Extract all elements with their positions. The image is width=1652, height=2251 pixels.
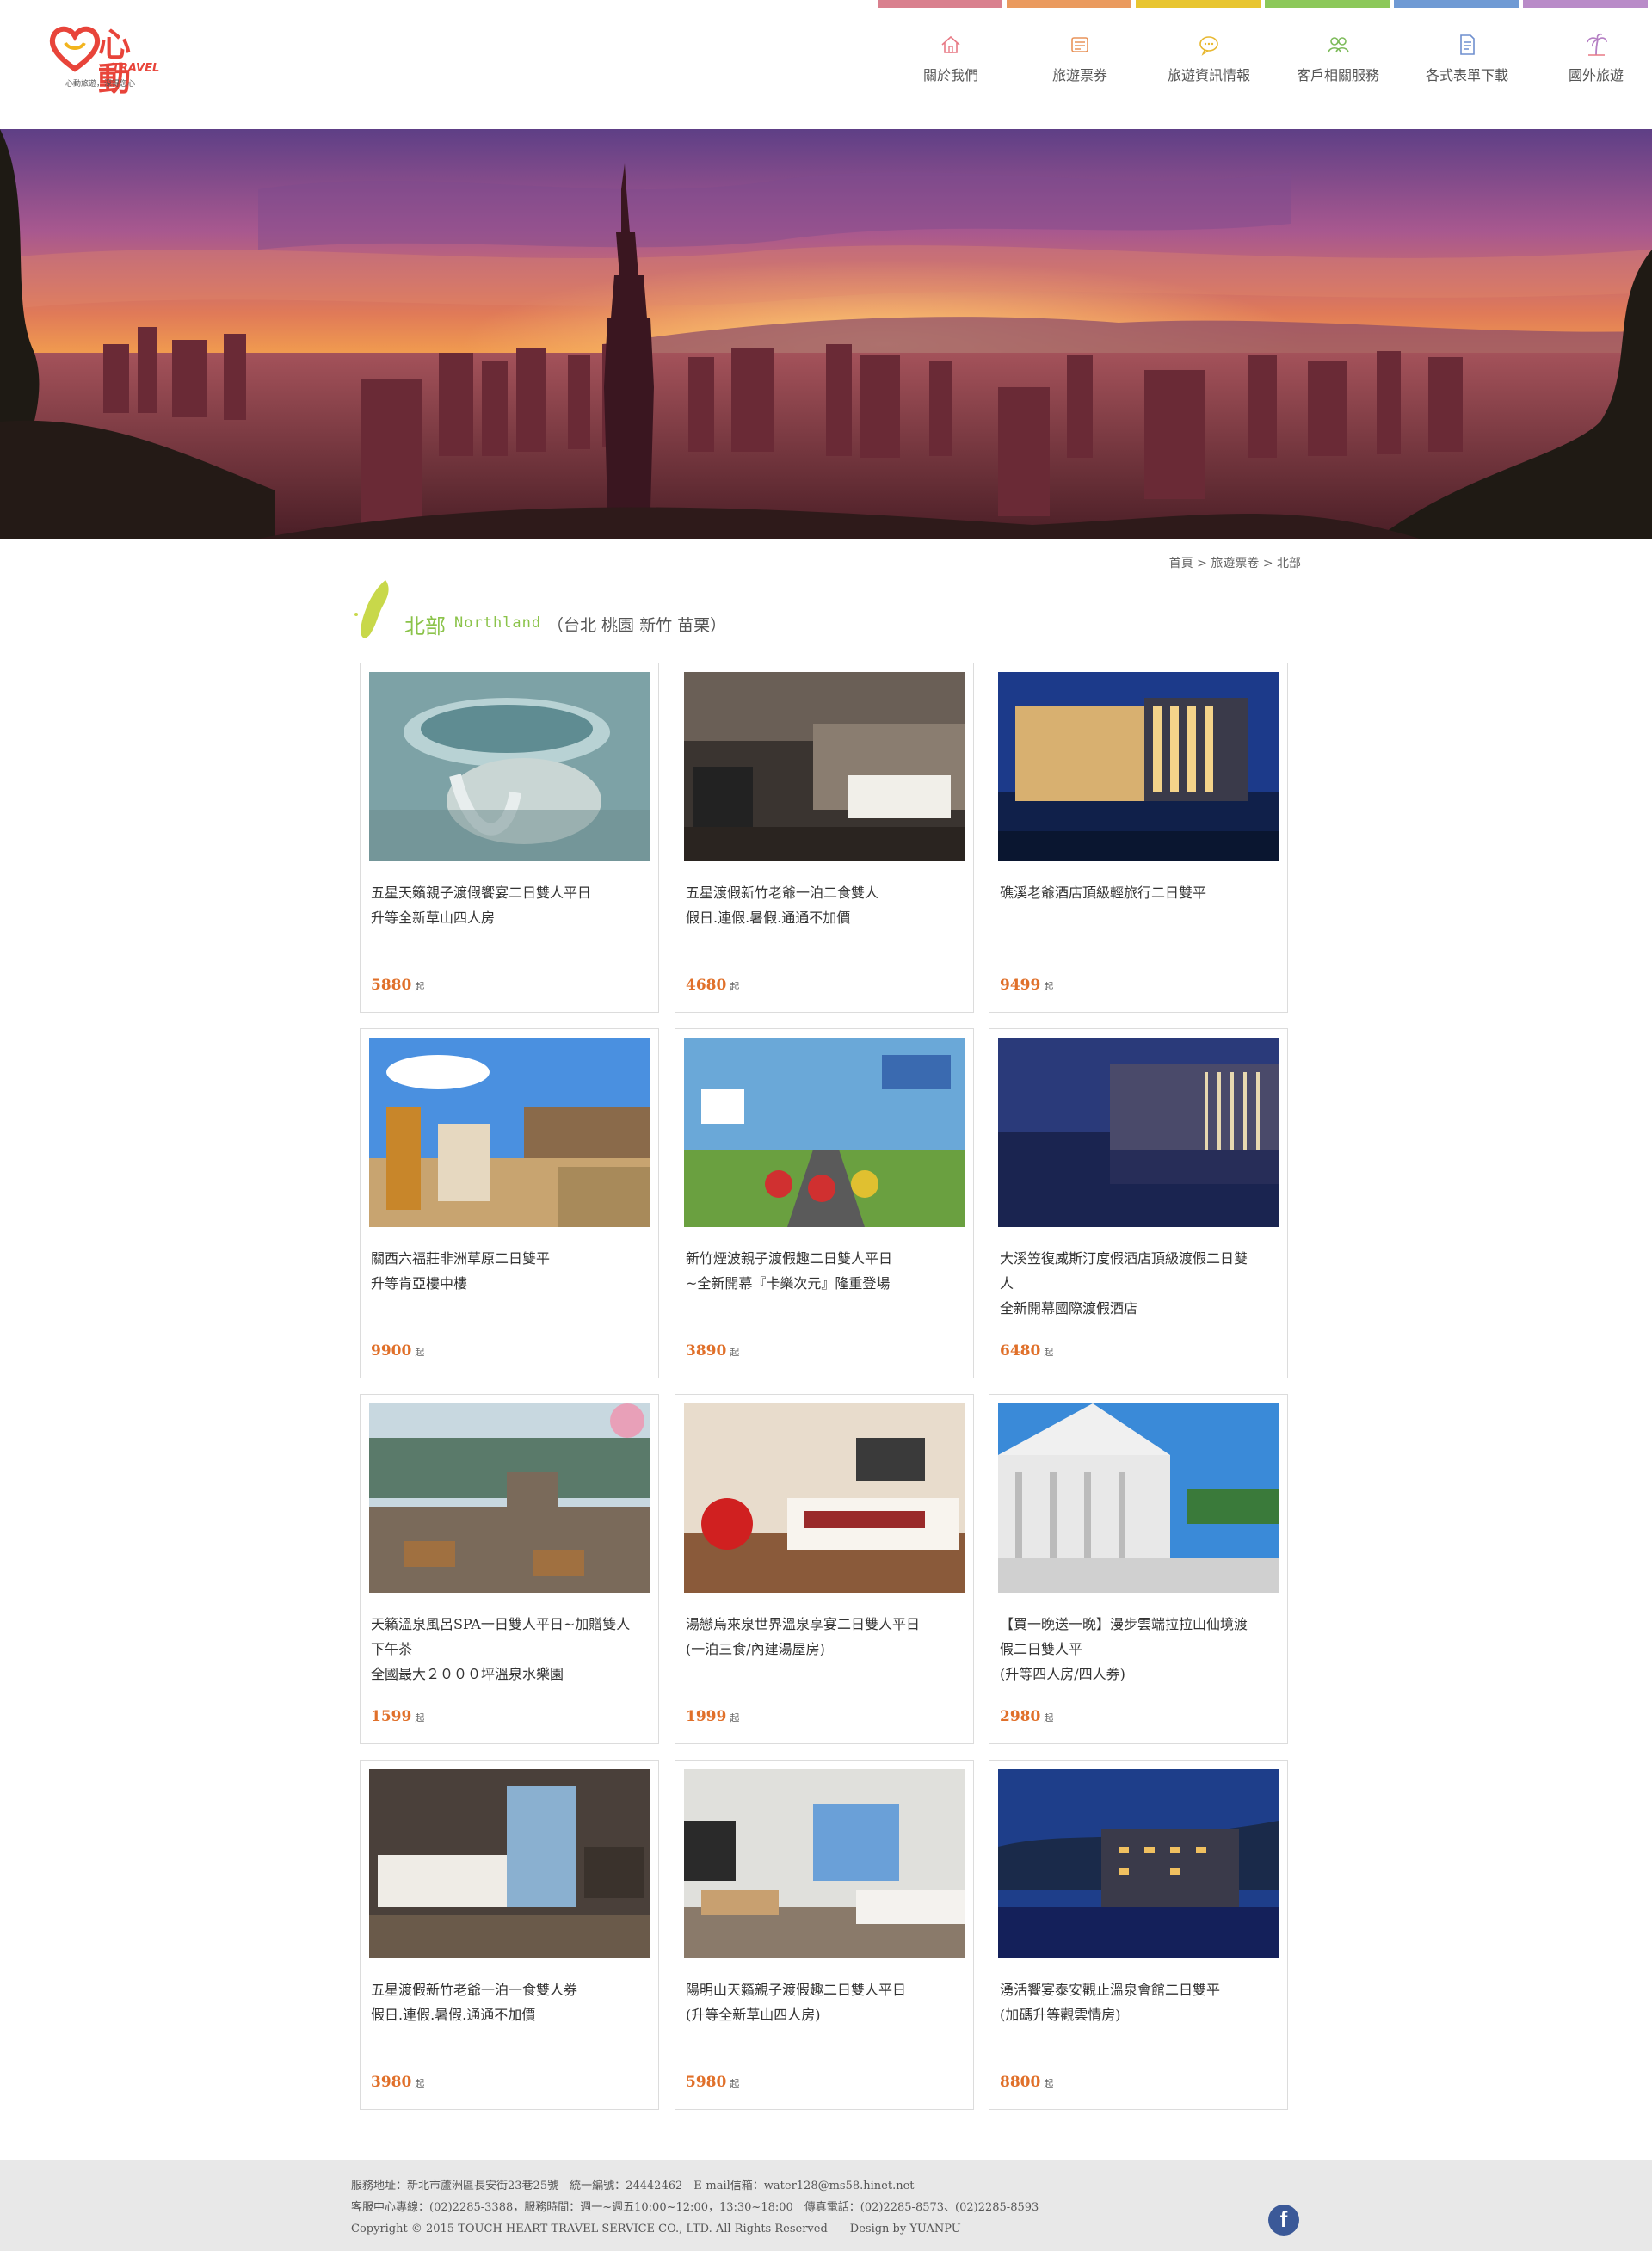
breadcrumb-sep: > — [1197, 557, 1207, 570]
product-image-dark-room — [369, 1769, 650, 1958]
hero-banner — [0, 129, 1652, 539]
taipei-skyline-image — [0, 129, 1652, 539]
nav-label: 關於我們 — [922, 67, 978, 83]
breadcrumb-sep: > — [1262, 557, 1273, 570]
product-card[interactable]: 五星天籟親子渡假饗宴二日雙人平日 升等全新草山四人房 5880 起 — [360, 663, 659, 1013]
product-price: 1999 起 — [686, 1708, 740, 1725]
heart-logo-icon — [49, 26, 101, 72]
product-image-hot-spring — [369, 1403, 650, 1593]
document-icon — [1460, 34, 1475, 55]
product-title: 五星天籟親子渡假饗宴二日雙人平日 升等全新草山四人房 — [371, 885, 592, 926]
breadcrumb-current: 北部 — [1277, 557, 1301, 570]
product-price: 1599 起 — [371, 1708, 425, 1725]
breadcrumb: 首頁 > 旅遊票卷 > 北部 — [1169, 554, 1301, 571]
product-title: 湧活饗宴泰安觀止溫泉會館二日雙平 (加碼升等觀雲情房) — [1000, 1982, 1221, 2023]
product-image-hotel-room — [684, 672, 965, 861]
product-card[interactable]: 湧活饗宴泰安觀止溫泉會館二日雙平 (加碼升等觀雲情房) 8800 起 — [989, 1760, 1288, 2110]
product-title: 五星渡假新竹老爺一泊一食雙人券 假日.連假.暑假.通通不加價 — [371, 1982, 578, 2023]
section-title-zh: 北部 — [404, 614, 446, 638]
product-image-fountain — [369, 672, 650, 861]
product-image-safari — [369, 1038, 650, 1227]
product-card[interactable]: 【買一晚送一晚】漫步雲端拉拉山仙境渡 假二日雙人平 (升等四人房/四人券) 2980… — [989, 1394, 1288, 1744]
product-price: 3980 起 — [371, 2074, 425, 2091]
product-card[interactable]: 五星渡假新竹老爺一泊一食雙人券 假日.連假.暑假.通通不加價 3980 起 — [360, 1760, 659, 2110]
nav-item-travel-info[interactable]: 旅遊資訊情報 — [1144, 33, 1273, 93]
product-card[interactable]: 關西六福莊非洲草原二日雙平 升等肯亞樓中樓 9900 起 — [360, 1028, 659, 1378]
product-image-westin — [998, 1038, 1279, 1227]
breadcrumb-tickets[interactable]: 旅遊票卷 — [1211, 557, 1259, 570]
product-price: 3890 起 — [686, 1342, 740, 1360]
nav-item-about[interactable]: 關於我們 — [886, 33, 1015, 93]
product-image-hotel-night — [998, 672, 1279, 861]
section-subtitle: （台北 桃園 新竹 苗栗） — [547, 616, 727, 635]
nav-label: 旅遊資訊情報 — [1167, 67, 1250, 83]
product-image-kids — [684, 1038, 965, 1227]
home-icon — [941, 35, 960, 53]
product-card[interactable]: 湯戀烏來泉世界溫泉享宴二日雙人平日 (一泊三食/內建湯屋房) 1999 起 — [675, 1394, 974, 1744]
product-image-bright-room — [684, 1769, 965, 1958]
product-title: 天籟溫泉風呂SPA一日雙人平日~加贈雙人 下午茶 全國最大２０００坪溫泉水樂園 — [371, 1616, 631, 1682]
main-nav: 關於我們 旅遊票券 旅遊資訊情報 客戶相關服務 各式表單下載 國外旅遊 — [886, 33, 1652, 93]
nav-item-tickets[interactable]: 旅遊票券 — [1015, 33, 1144, 93]
color-strip — [1394, 0, 1519, 8]
product-image-red-room — [684, 1403, 965, 1593]
nav-item-overseas[interactable]: 國外旅遊 — [1532, 33, 1652, 93]
color-strip — [1265, 0, 1390, 8]
color-strip — [1523, 0, 1648, 8]
nav-item-customer-service[interactable]: 客戶相關服務 — [1273, 33, 1402, 93]
nav-label: 各式表單下載 — [1425, 67, 1508, 83]
product-card[interactable]: 新竹煙波親子渡假趣二日雙人平日 ~全新開幕『卡樂次元』隆重登場 3890 起 — [675, 1028, 974, 1378]
product-title: 湯戀烏來泉世界溫泉享宴二日雙人平日 (一泊三食/內建湯屋房) — [686, 1616, 921, 1657]
product-price: 9900 起 — [371, 1342, 425, 1360]
product-card[interactable]: 大溪笠復威斯汀度假酒店頂級渡假二日雙人全新開幕國際渡假酒店 6480 起 — [989, 1028, 1288, 1378]
product-title: 大溪笠復威斯汀度假酒店頂級渡假二日雙人全新開幕國際渡假酒店 — [1000, 1250, 1248, 1317]
product-price: 6480 起 — [1000, 1342, 1054, 1360]
site-header: 心動 TRAVEL 心動旅遊，深得您心 關於我們 旅遊票券 旅遊資訊情報 客戶相… — [0, 0, 1652, 129]
ticket-icon — [1071, 37, 1088, 52]
facebook-glyph: f — [1279, 2206, 1288, 2232]
product-price: 5980 起 — [686, 2074, 740, 2091]
nav-label: 旅遊票券 — [1051, 67, 1107, 83]
product-title: 關西六福莊非洲草原二日雙平 升等肯亞樓中樓 — [371, 1250, 551, 1292]
logo-brand-en: TRAVEL — [112, 62, 160, 75]
product-price: 2980 起 — [1000, 1708, 1054, 1725]
product-title: 礁溪老爺酒店頂級輕旅行二日雙平 — [1000, 885, 1207, 901]
product-title: 陽明山天籟親子渡假趣二日雙人平日 (升等全新草山四人房) — [686, 1982, 907, 2023]
product-card[interactable]: 天籟溫泉風呂SPA一日雙人平日~加贈雙人 下午茶 全國最大２０００坪溫泉水樂園 15… — [360, 1394, 659, 1744]
breadcrumb-home[interactable]: 首頁 — [1169, 557, 1193, 570]
nav-label: 國外旅遊 — [1568, 67, 1624, 83]
product-price: 5880 起 — [371, 977, 425, 994]
taiwan-map-icon — [354, 580, 389, 638]
product-title: 【買一晚送一晚】漫步雲端拉拉山仙境渡 假二日雙人平 (升等四人房/四人券) — [1000, 1616, 1248, 1682]
footer-copyright: Copyright © 2015 TOUCH HEART TRAVEL SERV… — [351, 2223, 961, 2236]
palm-tree-icon — [1587, 33, 1607, 56]
product-price: 4680 起 — [686, 977, 740, 994]
site-footer: 服務地址：新北市蘆洲區長安街23巷25號 統一編號：24442462 E-mai… — [0, 2160, 1652, 2251]
nav-item-forms[interactable]: 各式表單下載 — [1402, 33, 1532, 93]
product-card[interactable]: 礁溪老爺酒店頂級輕旅行二日雙平 9499 起 — [989, 663, 1288, 1013]
facebook-icon[interactable]: f — [1268, 2205, 1299, 2236]
nav-label: 客戶相關服務 — [1296, 67, 1379, 83]
color-strip — [878, 0, 1002, 8]
section-title-en: Northland — [454, 614, 542, 632]
section-heading: 北部 Northland （台北 桃園 新竹 苗栗） — [351, 578, 1211, 647]
site-logo[interactable]: 心動 TRAVEL 心動旅遊，深得您心 — [48, 22, 160, 96]
product-title: 五星渡假新竹老爺一泊二食雙人 假日.連假.暑假.通通不加價 — [686, 885, 879, 926]
footer-address: 服務地址：新北市蘆洲區長安街23巷25號 統一編號：24442462 E-mai… — [351, 2180, 915, 2192]
product-price: 8800 起 — [1000, 2074, 1054, 2091]
people-icon — [1328, 37, 1349, 53]
product-image-resort — [998, 1769, 1279, 1958]
product-card[interactable]: 五星渡假新竹老爺一泊二食雙人 假日.連假.暑假.通通不加價 4680 起 — [675, 663, 974, 1013]
product-price: 9499 起 — [1000, 977, 1054, 994]
logo-slogan: 心動旅遊，深得您心 — [65, 80, 136, 89]
footer-contact: 客服中心專線：(02)2285-3388，服務時間：週一~週五10:00~12:… — [351, 2201, 1039, 2214]
product-card[interactable]: 陽明山天籟親子渡假趣二日雙人平日 (升等全新草山四人房) 5980 起 — [675, 1760, 974, 2110]
product-image-villa — [998, 1403, 1279, 1593]
color-strip — [1136, 0, 1261, 8]
footer-info: 服務地址：新北市蘆洲區長安街23巷25號 統一編號：24442462 E-mai… — [351, 2175, 1039, 2240]
chat-bubble-icon — [1199, 36, 1218, 56]
color-strip — [1007, 0, 1131, 8]
product-title: 新竹煙波親子渡假趣二日雙人平日 ~全新開幕『卡樂次元』隆重登場 — [686, 1250, 893, 1292]
